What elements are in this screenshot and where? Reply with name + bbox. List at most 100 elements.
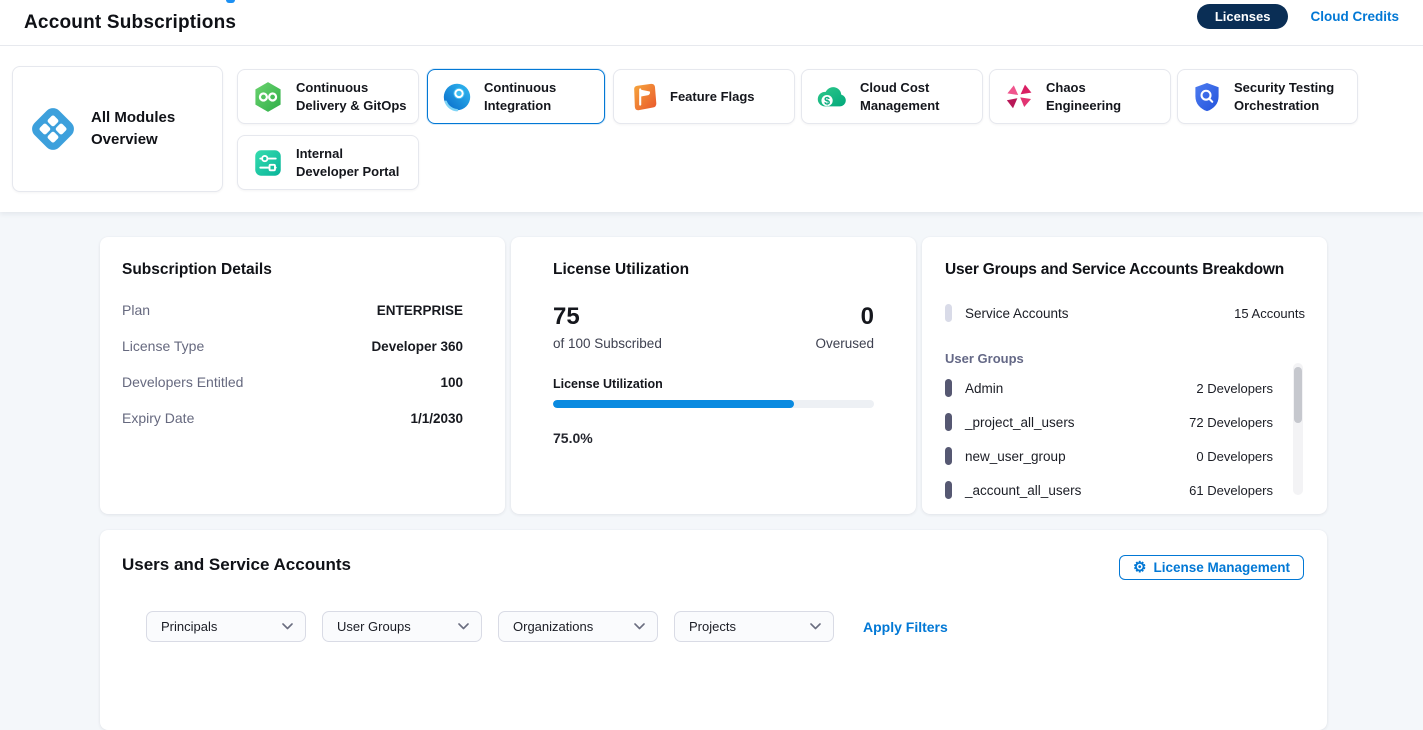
cloud-credits-link[interactable]: Cloud Credits [1310, 9, 1399, 24]
license-utilization-card: License Utilization 75 of 100 Subscribed… [511, 237, 916, 514]
module-card-continuous-integration[interactable]: Continuous Integration [427, 69, 605, 124]
group-label: _project_all_users [965, 415, 1075, 430]
module-card-internal-developer-portal[interactable]: Internal Developer Portal [237, 135, 419, 190]
header-tabs: Licenses Cloud Credits [1197, 4, 1399, 29]
filter-label: Organizations [513, 619, 593, 634]
module-label: Security Testing Orchestration [1234, 79, 1347, 115]
all-modules-label: All Modules Overview [91, 107, 208, 151]
detail-row-license-type: License Type Developer 360 [122, 328, 463, 364]
service-accounts-bar-icon [945, 304, 952, 322]
detail-row-plan: Plan ENTERPRISE [122, 292, 463, 328]
module-card-cloud-cost[interactable]: $ Cloud Cost Management [801, 69, 983, 124]
content-area: Subscription Details Plan ENTERPRISE Lic… [0, 212, 1423, 666]
all-modules-icon [27, 103, 79, 155]
detail-label: Plan [122, 302, 150, 318]
group-label: new_user_group [965, 449, 1066, 464]
group-value: 0 Developers [1196, 449, 1273, 464]
chevron-down-icon [458, 623, 469, 630]
service-accounts-label: Service Accounts [965, 306, 1069, 321]
group-bar-icon [945, 379, 952, 397]
users-card-title: Users and Service Accounts [122, 555, 351, 575]
subscription-details-rows: Plan ENTERPRISE License Type Developer 3… [122, 292, 463, 436]
detail-label: Developers Entitled [122, 374, 243, 390]
user-groups-header: User Groups [945, 351, 1305, 366]
user-groups-list[interactable]: Admin 2 Developers _project_all_users 72… [945, 371, 1305, 507]
filter-label: User Groups [337, 619, 411, 634]
apply-filters-link[interactable]: Apply Filters [863, 619, 948, 635]
internal-developer-portal-icon [251, 146, 285, 180]
page-header: Account Subscriptions Licenses Cloud Cre… [0, 0, 1423, 46]
group-value: 61 Developers [1189, 483, 1273, 498]
module-label: Internal Developer Portal [296, 145, 408, 181]
detail-value: 1/1/2030 [410, 411, 463, 426]
group-bar-icon [945, 481, 952, 499]
group-row-project-all-users: _project_all_users 72 Developers [945, 405, 1273, 439]
module-label: Feature Flags [670, 88, 755, 106]
continuous-integration-icon [441, 81, 473, 113]
group-value: 2 Developers [1196, 381, 1273, 396]
breakdown-title: User Groups and Service Accounts Breakdo… [945, 261, 1305, 279]
detail-label: Expiry Date [122, 410, 194, 426]
page-title: Account Subscriptions [24, 12, 236, 34]
breakdown-card: User Groups and Service Accounts Breakdo… [922, 237, 1327, 514]
overused-column: 0 Overused [815, 305, 874, 351]
module-label: Continuous Delivery & GitOps [296, 79, 408, 115]
top-indicator-fragment [226, 0, 235, 3]
group-value: 72 Developers [1189, 415, 1273, 430]
service-accounts-row: Service Accounts 15 Accounts [945, 296, 1305, 330]
group-label: _account_all_users [965, 483, 1081, 498]
subscription-details-title: Subscription Details [122, 261, 463, 279]
subscription-details-card: Subscription Details Plan ENTERPRISE Lic… [100, 237, 505, 514]
feature-flags-icon [627, 81, 659, 113]
all-modules-overview-card[interactable]: All Modules Overview [12, 66, 223, 192]
cloud-cost-icon: $ [815, 80, 849, 114]
detail-row-expiry-date: Expiry Date 1/1/2030 [122, 400, 463, 436]
licenses-button[interactable]: Licenses [1197, 4, 1289, 29]
principals-filter-dropdown[interactable]: Principals [146, 611, 306, 642]
chevron-down-icon [282, 623, 293, 630]
utilization-percent: 75.0% [553, 430, 874, 446]
filters-row: Principals User Groups Organizations Pro… [146, 611, 948, 642]
user-groups-filter-dropdown[interactable]: User Groups [322, 611, 482, 642]
utilization-bar-label: License Utilization [553, 377, 874, 391]
group-label: Admin [965, 381, 1003, 396]
detail-label: License Type [122, 338, 204, 354]
users-card-header: Users and Service Accounts ⚙ License Man… [122, 555, 1304, 580]
license-management-label: License Management [1153, 560, 1290, 575]
filter-label: Projects [689, 619, 736, 634]
chaos-engineering-icon [1003, 81, 1035, 113]
account-subscriptions-page: Account Subscriptions Licenses Cloud Cre… [0, 0, 1423, 666]
chevron-down-icon [810, 623, 821, 630]
breakdown-scrollbar-thumb[interactable] [1294, 367, 1302, 423]
usage-summary: 75 of 100 Subscribed 0 Overused [553, 305, 874, 351]
overused-caption: Overused [815, 336, 874, 351]
users-and-service-accounts-card: Users and Service Accounts ⚙ License Man… [100, 530, 1327, 730]
module-card-chaos-engineering[interactable]: Chaos Engineering [989, 69, 1171, 124]
module-card-continuous-delivery[interactable]: Continuous Delivery & GitOps [237, 69, 419, 124]
projects-filter-dropdown[interactable]: Projects [674, 611, 834, 642]
module-label: Chaos Engineering [1046, 79, 1160, 115]
module-card-security-testing[interactable]: Security Testing Orchestration [1177, 69, 1358, 124]
gear-icon: ⚙ [1133, 560, 1146, 575]
module-label: Cloud Cost Management [860, 79, 972, 115]
license-management-button[interactable]: ⚙ License Management [1119, 555, 1304, 580]
utilization-bar-track [553, 400, 874, 408]
module-card-feature-flags[interactable]: Feature Flags [613, 69, 795, 124]
group-bar-icon [945, 413, 952, 431]
modules-strip: All Modules Overview Continuous Delivery… [0, 46, 1423, 212]
group-row-new-user-group: new_user_group 0 Developers [945, 439, 1273, 473]
overused-count: 0 [815, 305, 874, 329]
detail-value: 100 [440, 375, 463, 390]
svg-text:$: $ [824, 95, 830, 107]
chevron-down-icon [634, 623, 645, 630]
security-testing-icon [1191, 81, 1223, 113]
group-row-admin: Admin 2 Developers [945, 371, 1273, 405]
cd-gitops-icon [251, 80, 285, 114]
used-caption: of 100 Subscribed [553, 336, 662, 351]
organizations-filter-dropdown[interactable]: Organizations [498, 611, 658, 642]
used-column: 75 of 100 Subscribed [553, 305, 662, 351]
detail-value: ENTERPRISE [377, 303, 463, 318]
breakdown-scrollbar-track[interactable] [1293, 363, 1303, 495]
filter-label: Principals [161, 619, 217, 634]
license-utilization-title: License Utilization [553, 261, 874, 279]
